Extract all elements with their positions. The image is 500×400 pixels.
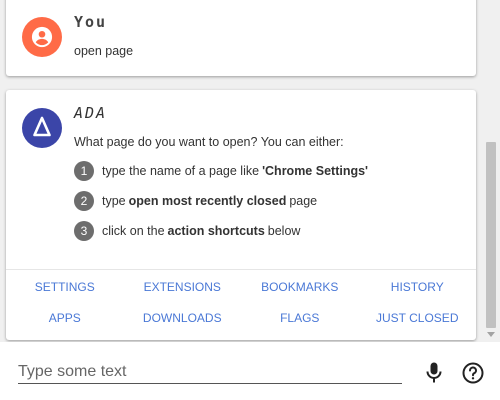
bot-avatar	[22, 108, 62, 148]
step-keyword: 'Chrome Settings'	[262, 164, 369, 178]
bot-message-card: ADA What page do you want to open? You c…	[6, 90, 476, 340]
message-input[interactable]	[18, 360, 402, 384]
shortcut-settings-button[interactable]: SETTINGS	[6, 278, 124, 297]
step-text: below	[267, 224, 301, 238]
shortcut-flags-button[interactable]: FLAGS	[241, 309, 359, 328]
help-circle-icon	[462, 362, 484, 384]
step-number-badge: 3	[74, 221, 94, 241]
step-text: click on the	[102, 224, 165, 238]
bot-sender-name: ADA	[74, 104, 108, 122]
step-text: page	[289, 194, 318, 208]
step-keyword: open most recently closed	[128, 194, 287, 208]
shortcut-extensions-button[interactable]: EXTENSIONS	[124, 278, 242, 297]
person-circle-icon	[31, 26, 53, 48]
shortcut-history-button[interactable]: HISTORY	[359, 278, 477, 297]
action-shortcuts: SETTINGS EXTENSIONS BOOKMARKS HISTORY AP…	[6, 278, 476, 328]
card-divider	[6, 269, 476, 270]
microphone-icon	[426, 362, 442, 383]
user-sender-name: You	[74, 13, 108, 31]
scrollbar-thumb[interactable]	[486, 142, 496, 328]
chat-scrollbar[interactable]	[482, 0, 500, 342]
user-message-card: You open page	[6, 0, 476, 76]
bot-message-text: What page do you want to open? You can e…	[74, 135, 344, 149]
instruction-step: 1 type the name of a page like 'Chrome S…	[74, 161, 371, 181]
step-number-badge: 1	[74, 161, 94, 181]
step-keyword: action shortcuts	[167, 224, 265, 238]
step-number-badge: 2	[74, 191, 94, 211]
input-bar	[0, 342, 500, 400]
scroll-down-arrow-icon[interactable]	[487, 332, 495, 337]
step-text: type	[102, 194, 126, 208]
shortcut-just-closed-button[interactable]: JUST CLOSED	[359, 309, 477, 328]
user-avatar	[22, 17, 62, 57]
shortcut-downloads-button[interactable]: DOWNLOADS	[124, 309, 242, 328]
shortcut-bookmarks-button[interactable]: BOOKMARKS	[241, 278, 359, 297]
shortcut-apps-button[interactable]: APPS	[6, 309, 124, 328]
ada-logo-icon	[33, 116, 51, 137]
instruction-step: 2 type open most recently closed page	[74, 191, 317, 211]
microphone-button[interactable]	[424, 361, 444, 385]
help-button[interactable]	[462, 362, 484, 384]
step-text: type the name of a page like	[102, 164, 260, 178]
user-message-text: open page	[74, 44, 134, 58]
instruction-step: 3 click on the action shortcuts below	[74, 221, 300, 241]
chat-area: You open page ADA What page do you want …	[0, 0, 500, 342]
